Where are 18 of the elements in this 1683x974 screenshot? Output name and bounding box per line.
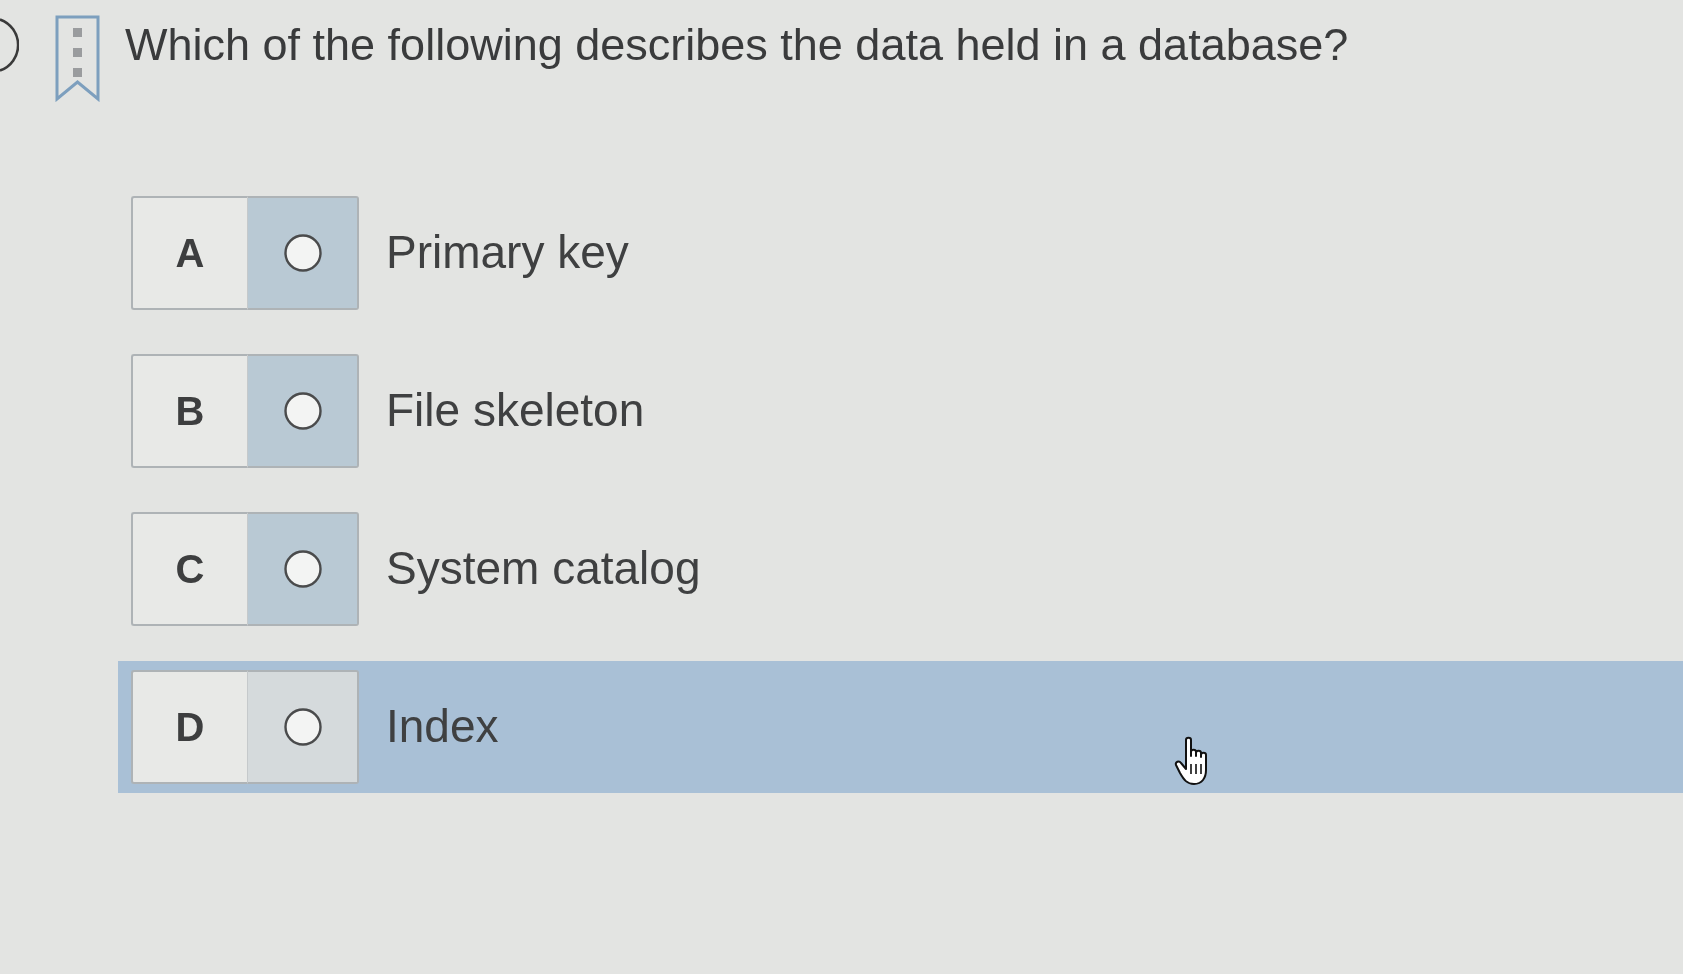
- option-text: System catalog: [386, 541, 701, 597]
- bookmark-icon[interactable]: [55, 15, 100, 102]
- option-letter: C: [131, 512, 248, 626]
- answer-option[interactable]: D Index: [118, 661, 1683, 793]
- radio-button[interactable]: [248, 196, 359, 310]
- option-letter: D: [131, 670, 248, 784]
- radio-button[interactable]: [248, 670, 359, 784]
- answer-option[interactable]: B File skeleton: [118, 345, 1683, 477]
- answer-option[interactable]: C System catalog: [118, 503, 1683, 635]
- radio-button[interactable]: [248, 512, 359, 626]
- radio-button[interactable]: [248, 354, 359, 468]
- option-letter: B: [131, 354, 248, 468]
- option-text: Primary key: [386, 225, 629, 281]
- option-text: File skeleton: [386, 383, 645, 439]
- option-letter: A: [131, 196, 248, 310]
- answer-option[interactable]: A Primary key: [118, 187, 1683, 319]
- question-text: Which of the following describes the data held in a database?: [125, 18, 1349, 72]
- option-text: Index: [386, 699, 499, 755]
